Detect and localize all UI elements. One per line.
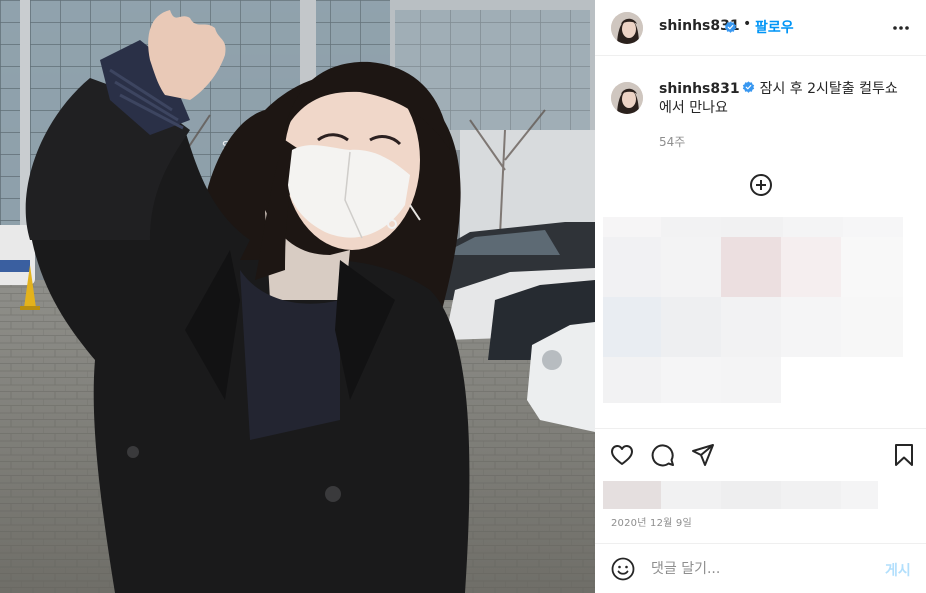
action-bar [595, 428, 926, 480]
avatar[interactable] [611, 12, 643, 44]
post-comment-button[interactable]: 게시 [885, 560, 911, 580]
post-date[interactable]: 2020년 12월 9일 [611, 514, 692, 529]
bookmark-icon[interactable] [891, 442, 917, 468]
blurred-comments [603, 217, 926, 407]
verified-badge-icon [742, 81, 754, 93]
comment-input[interactable] [651, 558, 861, 580]
follow-button[interactable]: 팔로우 [755, 17, 794, 37]
send-icon[interactable] [690, 442, 716, 468]
caption: shinhs831 잠시 후 2시탈출 컬투쇼에서 만나요 [659, 80, 909, 118]
caption-avatar[interactable] [611, 82, 643, 114]
blurred-likes [603, 481, 878, 509]
smiley-icon[interactable] [611, 557, 635, 581]
post-photo[interactable]: SBS [0, 0, 595, 593]
more-horizontal-icon[interactable] [891, 18, 911, 38]
comment-icon[interactable] [650, 442, 676, 468]
caption-area: shinhs831 잠시 후 2시탈출 컬투쇼에서 만나요 54주 [595, 57, 926, 427]
separator-dot: • [743, 16, 752, 32]
caption-username[interactable]: shinhs831 [659, 81, 740, 97]
post-detail-panel: shinhs831 • 팔로우 shinhs831 잠시 후 2시탈출 컬투쇼에서… [595, 0, 926, 593]
verified-badge-icon [724, 21, 737, 33]
post-header: shinhs831 • 팔로우 [595, 0, 926, 56]
caption-time[interactable]: 54주 [659, 133, 685, 150]
heart-icon[interactable] [609, 442, 635, 468]
plus-circle-icon[interactable] [749, 173, 773, 197]
comment-bar: 게시 [595, 543, 926, 593]
